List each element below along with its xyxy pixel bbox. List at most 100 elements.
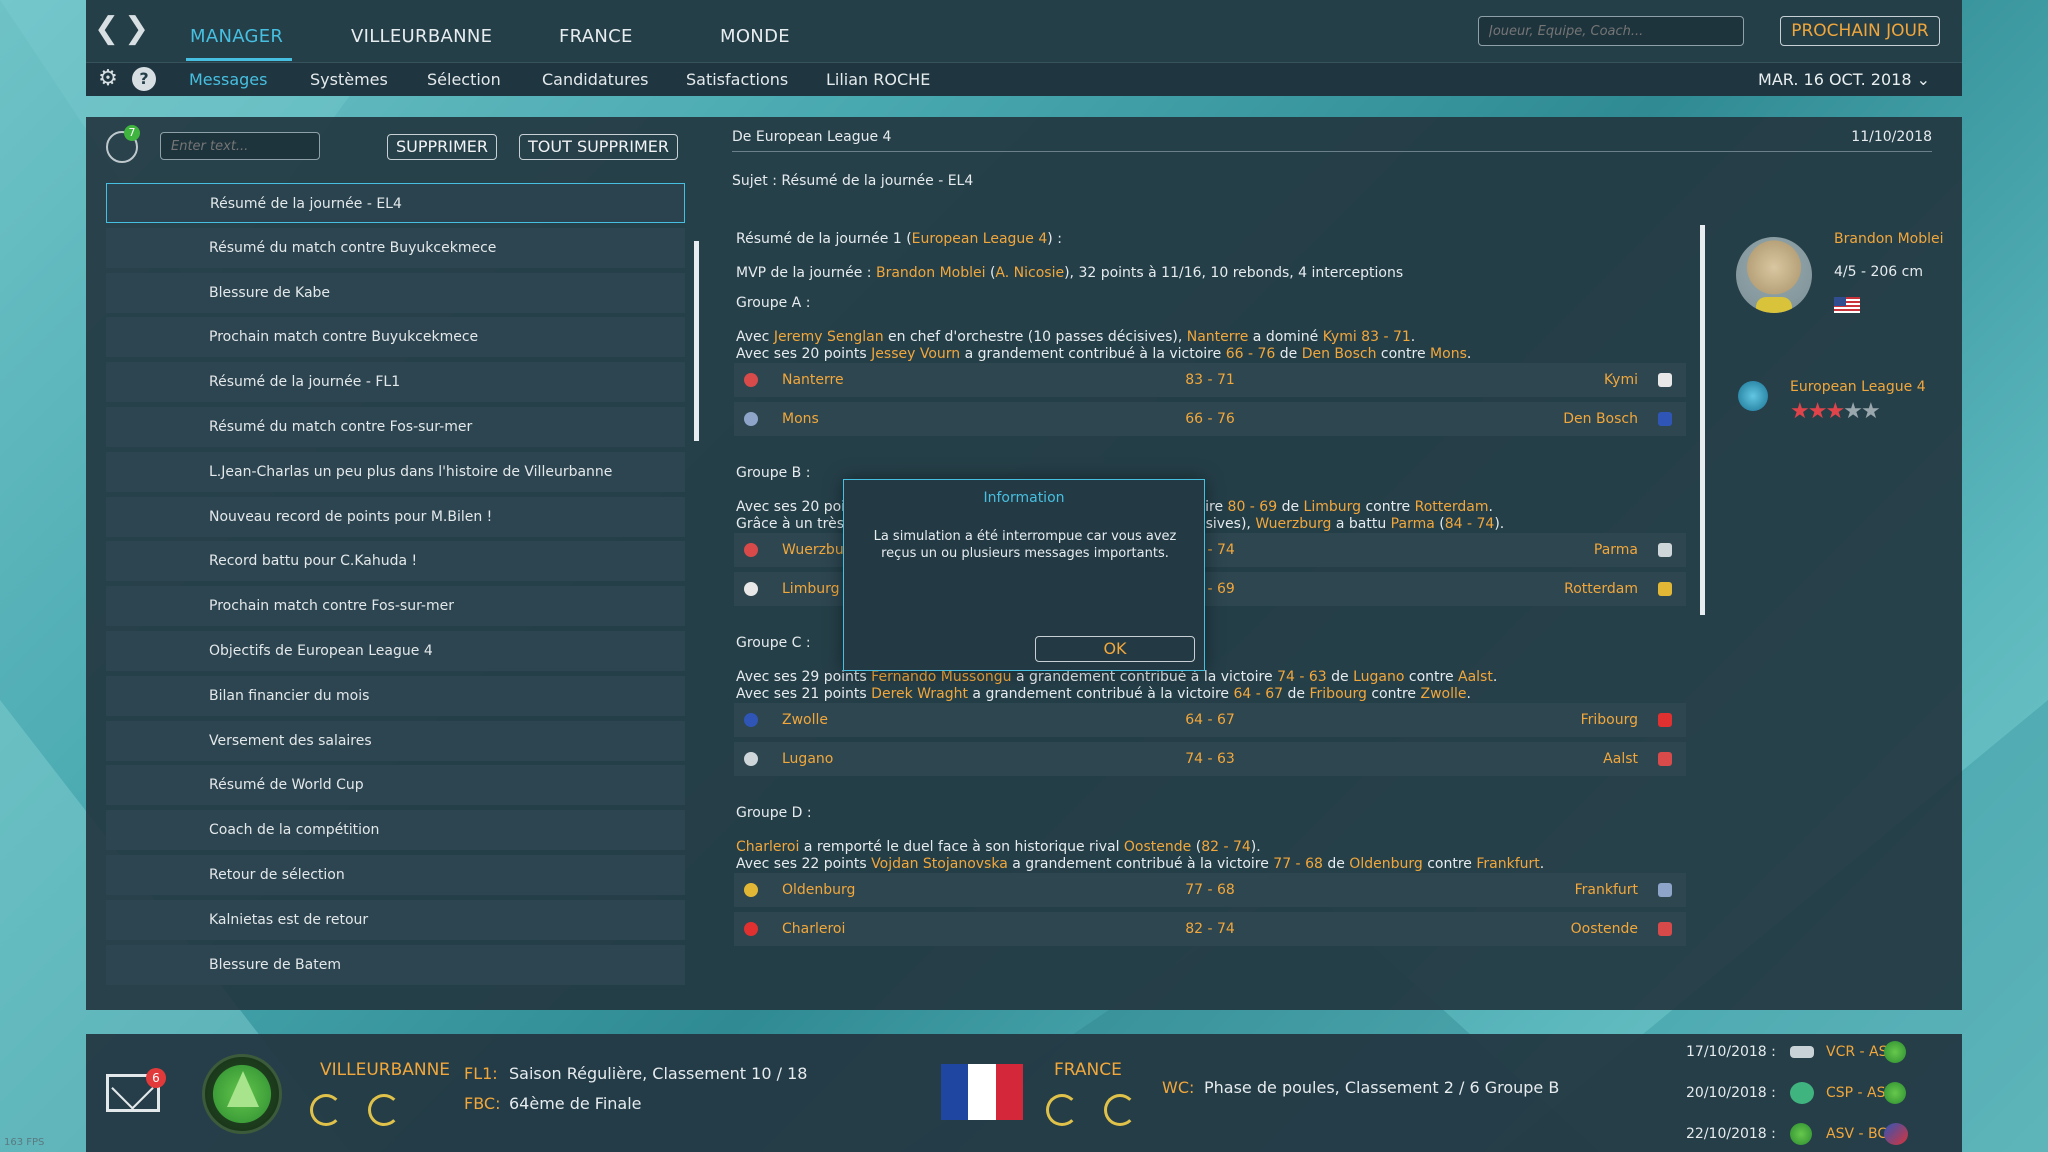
forward-arrow-icon[interactable]: ❯	[124, 14, 149, 44]
delete-all-button[interactable]: TOUT SUPPRIMER	[519, 134, 678, 160]
summary-link[interactable]: 77 - 68	[1273, 856, 1323, 872]
subtab-candidatures[interactable]: Candidatures	[542, 70, 649, 89]
message-list-item[interactable]: Résumé de la journée - EL4	[106, 183, 685, 223]
summary-link[interactable]: Oldenburg	[1349, 856, 1422, 872]
schedule-item[interactable]: 22/10/2018 : ASV - BCM	[1686, 1126, 1899, 1142]
player-name[interactable]: Brandon Moblei	[1834, 231, 1944, 247]
result-row[interactable]: Mons 66 - 76 Den Bosch	[734, 402, 1686, 436]
summary-link[interactable]: 64 - 67	[1234, 686, 1284, 702]
message-list-item[interactable]: Blessure de Batem	[106, 944, 685, 985]
message-list-item[interactable]: Résumé de World Cup	[106, 765, 685, 806]
summary-link[interactable]: 66 - 76	[1226, 346, 1276, 362]
message-list-item[interactable]: Résumé du match contre Buyukcekmece	[106, 227, 685, 268]
summary-text: de	[1322, 856, 1350, 872]
message-list-item[interactable]: Retour de sélection	[106, 854, 685, 895]
message-list-item[interactable]: Prochain match contre Fos-sur-mer	[106, 586, 685, 627]
summary-link[interactable]: Jeremy Senglan	[774, 329, 884, 345]
next-day-button[interactable]: PROCHAIN JOUR	[1780, 16, 1940, 46]
summary-link[interactable]: Fribourg	[1310, 686, 1367, 702]
message-list-scrollbar[interactable]	[694, 241, 699, 441]
summary-link[interactable]: Oostende	[1124, 839, 1191, 855]
result-row[interactable]: Zwolle 64 - 67 Fribourg	[734, 703, 1686, 737]
message-list-item[interactable]: L.Jean-Charlas un peu plus dans l'histoi…	[106, 451, 685, 492]
league-name[interactable]: European League 4	[1790, 379, 1926, 395]
country-name[interactable]: FRANCE	[1054, 1060, 1122, 1080]
summary-link[interactable]: Charleroi	[736, 839, 799, 855]
message-list-item[interactable]: Résumé du match contre Fos-sur-mer	[106, 406, 685, 447]
away-team[interactable]: Den Bosch	[1563, 411, 1638, 427]
summary-link[interactable]: Nanterre	[1187, 329, 1249, 345]
opponent-logo-icon	[1790, 1082, 1814, 1104]
away-team[interactable]: Rotterdam	[1564, 581, 1638, 597]
tab-manager[interactable]: MANAGER	[190, 26, 283, 47]
date-selector[interactable]: MAR. 16 OCT. 2018 ⌄	[1758, 70, 1930, 89]
subtab-systemes[interactable]: Systèmes	[310, 70, 388, 89]
summary-link[interactable]: 84 - 74	[1445, 516, 1495, 532]
message-list-item[interactable]: Versement des salaires	[106, 720, 685, 761]
message-list-item[interactable]: Résumé de la journée - FL1	[106, 362, 685, 403]
away-team[interactable]: Fribourg	[1581, 712, 1638, 728]
mvp-player-link[interactable]: Brandon Moblei	[876, 265, 986, 281]
back-arrow-icon[interactable]: ❮	[94, 14, 119, 44]
gear-icon[interactable]: ⚙	[96, 67, 120, 91]
subtab-messages[interactable]: Messages	[189, 70, 267, 89]
result-row[interactable]: Oldenburg 77 - 68 Frankfurt	[734, 873, 1686, 907]
message-search-input[interactable]	[160, 132, 320, 160]
message-list-item[interactable]: Coach de la compétition	[106, 810, 685, 851]
club-logo[interactable]	[202, 1054, 282, 1134]
away-team[interactable]: Kymi	[1604, 372, 1638, 388]
message-body-scrollbar[interactable]	[1700, 225, 1705, 615]
summary-link[interactable]: Derek Wraght	[871, 686, 968, 702]
summary-link[interactable]: 80 - 69	[1228, 499, 1278, 515]
away-team[interactable]: Parma	[1594, 542, 1638, 558]
club-loading-icon	[310, 1094, 342, 1126]
global-search-input[interactable]	[1478, 16, 1744, 46]
group-title: Groupe B :	[736, 465, 811, 481]
message-list-item[interactable]: Record battu pour C.Kahuda !	[106, 541, 685, 582]
player-avatar[interactable]	[1736, 237, 1812, 313]
summary-link[interactable]: 82 - 74	[1201, 839, 1251, 855]
tab-monde[interactable]: MONDE	[720, 26, 790, 47]
help-icon[interactable]: ?	[132, 67, 156, 91]
summary-link[interactable]: Lugano	[1353, 669, 1404, 685]
summary-link[interactable]: Parma	[1391, 516, 1435, 532]
away-team[interactable]: Oostende	[1571, 921, 1638, 937]
result-row[interactable]: Charleroi 82 - 74 Oostende	[734, 912, 1686, 946]
mvp-coach-link[interactable]: A. Nicosie	[995, 265, 1064, 281]
subtab-satisfactions[interactable]: Satisfactions	[686, 70, 788, 89]
summary-link[interactable]: 74 - 63	[1277, 669, 1327, 685]
summary-link[interactable]: Kymi 83 - 71	[1323, 329, 1411, 345]
club-name[interactable]: VILLEURBANNE	[320, 1060, 450, 1080]
league-link[interactable]: European League 4	[912, 231, 1048, 247]
message-list-item[interactable]: Bilan financier du mois	[106, 675, 685, 716]
summary-link[interactable]: Limburg	[1304, 499, 1361, 515]
schedule-item[interactable]: 20/10/2018 : CSP - ASV	[1686, 1085, 1895, 1101]
summary-link[interactable]: Frankfurt	[1476, 856, 1539, 872]
message-list-item[interactable]: Objectifs de European League 4	[106, 630, 685, 671]
subtab-selection[interactable]: Sélection	[427, 70, 501, 89]
summary-link[interactable]: Rotterdam	[1415, 499, 1489, 515]
tab-villeurbanne[interactable]: VILLEURBANNE	[351, 26, 492, 47]
message-list-item[interactable]: Blessure de Kabe	[106, 272, 685, 313]
summary-link[interactable]: Mons	[1430, 346, 1467, 362]
ok-button[interactable]: OK	[1035, 636, 1195, 662]
delete-button[interactable]: SUPPRIMER	[387, 134, 498, 160]
summary-link[interactable]: Zwolle	[1421, 686, 1467, 702]
summary-link[interactable]: Jessey Vourn	[871, 346, 960, 362]
summary-link[interactable]: Den Bosch	[1302, 346, 1377, 362]
france-flag-icon[interactable]	[941, 1064, 1023, 1120]
summary-link[interactable]: Wuerzburg	[1255, 516, 1331, 532]
subtab-lilian-roche[interactable]: Lilian ROCHE	[826, 70, 930, 89]
summary-link[interactable]: Vojdan Stojanovska	[871, 856, 1008, 872]
summary-link[interactable]: Aalst	[1458, 669, 1493, 685]
result-row[interactable]: Nanterre 83 - 71 Kymi	[734, 363, 1686, 397]
message-list-item[interactable]: Kalnietas est de retour	[106, 899, 685, 940]
result-row[interactable]: Lugano 74 - 63 Aalst	[734, 742, 1686, 776]
message-list-item[interactable]: Nouveau record de points pour M.Bilen !	[106, 496, 685, 537]
summary-link[interactable]: Fernando Mussongu	[871, 669, 1011, 685]
message-list-item[interactable]: Prochain match contre Buyukcekmece	[106, 317, 685, 358]
schedule-item[interactable]: 17/10/2018 : VCR - ASV	[1686, 1044, 1897, 1060]
tab-france[interactable]: FRANCE	[559, 26, 633, 47]
away-team[interactable]: Aalst	[1603, 751, 1638, 767]
away-team[interactable]: Frankfurt	[1575, 882, 1638, 898]
